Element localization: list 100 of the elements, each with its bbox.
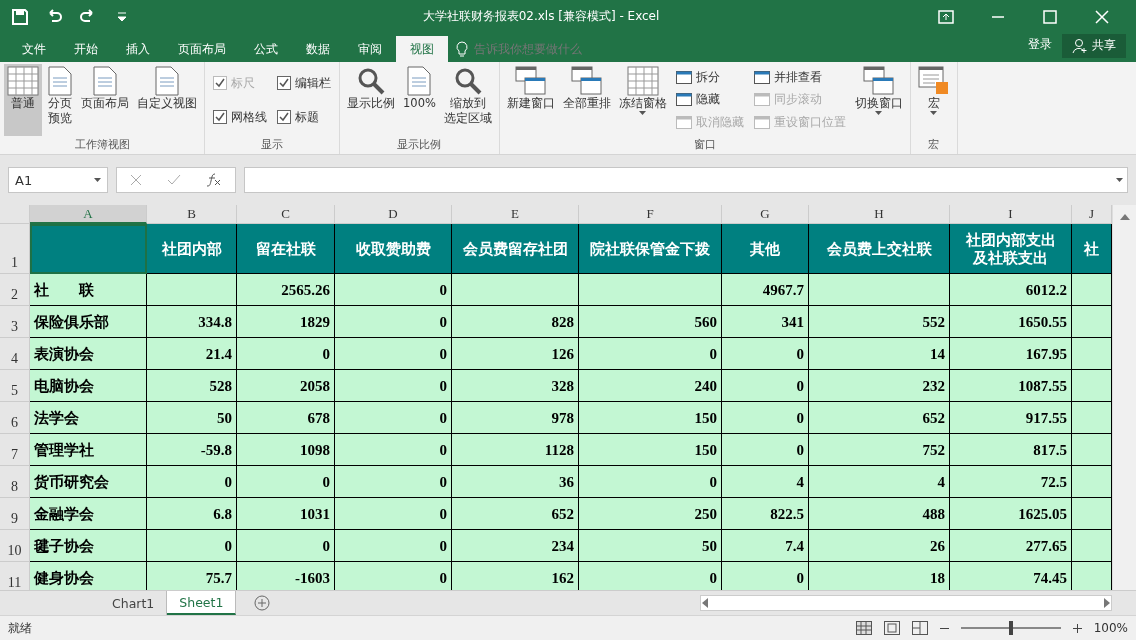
table-cell: 1829 [237,306,335,338]
check-icon[interactable] [167,174,181,186]
row-header[interactable]: 4 [0,338,30,370]
table-cell: 72.5 [950,466,1072,498]
ribbon-button[interactable]: 页面布局 [78,64,132,136]
document-icon [406,66,433,96]
tell-me-field[interactable]: 告诉我你想要做什么 [472,41,632,57]
table-cell: 0 [335,434,452,466]
table-cell: 917.55 [950,402,1072,434]
table-cell: 6012.2 [950,274,1072,306]
group-label: 窗口 [692,137,717,153]
horizontal-scrollbar[interactable] [700,595,1112,611]
menu-tab[interactable]: 公式 [240,36,292,62]
login-link[interactable]: 登录 [1028,36,1052,53]
table-cell: 1625.05 [950,498,1072,530]
column-header[interactable]: D [335,205,452,224]
ribbon-button[interactable]: 隐藏 [675,92,744,108]
save-icon[interactable] [10,6,30,27]
row-header[interactable]: 1 [0,224,30,274]
check-icon [215,112,225,122]
column-header[interactable]: J [1072,205,1112,224]
check-icon [279,112,289,122]
menu-tab[interactable]: 文件 [8,36,60,62]
table-cell: 0 [335,370,452,402]
zoom-thumb[interactable] [1008,621,1013,635]
magnifier-icon [356,66,386,96]
column-header[interactable]: I [950,205,1072,224]
row-header[interactable]: 9 [0,498,30,530]
ribbon-button[interactable]: 拆分 [675,69,744,85]
ribbon-button[interactable]: 普通 [4,64,42,136]
menu-tab[interactable]: 审阅 [344,36,396,62]
caret-icon [1116,178,1123,182]
table-cell: 341 [722,306,809,338]
share-button[interactable]: 共享 [1062,33,1126,58]
column-header[interactable]: C [237,205,335,224]
grid-icon [7,66,39,96]
ribbon-button[interactable]: 并排查看 [753,69,846,85]
column-header[interactable]: F [579,205,722,224]
column-title: 留在社联 [237,224,335,274]
table-cell: 234 [452,530,579,562]
sheet-tab[interactable]: Sheet1 [167,591,237,615]
menu-tab[interactable]: 开始 [60,36,112,62]
table-cell [1072,274,1112,306]
row-header[interactable]: 8 [0,466,30,498]
add-sheet-icon[interactable] [254,595,271,611]
ribbon-button[interactable]: 宏 [914,64,953,136]
menu-tab[interactable]: 页面布局 [164,36,240,62]
function-icon[interactable] [206,173,223,187]
table-cell: 0 [147,530,237,562]
checkbox[interactable]: 编辑栏 [277,75,331,91]
checkbox[interactable]: 标题 [277,109,331,125]
row-header[interactable]: 11 [0,562,30,590]
table-cell: 167.95 [950,338,1072,370]
ribbon-button[interactable]: 冻结窗格 [615,64,670,136]
table-cell: 488 [809,498,950,530]
ribbon-button[interactable]: 自定义视图 [134,64,200,136]
column-header[interactable]: A [30,205,147,224]
table-cell: 822.5 [722,498,809,530]
row-header[interactable]: 5 [0,370,30,402]
ribbon-button[interactable]: 分页 预览 [44,64,76,136]
document-icon [92,66,118,96]
table-cell: 678 [237,402,335,434]
pane-icon [675,116,692,130]
table-cell: 1098 [237,434,335,466]
row-header[interactable]: 3 [0,306,30,338]
ribbon-button[interactable]: 新建窗口 [503,64,558,136]
caret-icon [94,178,101,182]
menu-tab[interactable]: 数据 [292,36,344,62]
page-layout-icon[interactable] [883,621,900,635]
ribbon-button[interactable]: 显示比例 [344,64,398,136]
vertical-scrollbar[interactable] [1112,205,1136,590]
table-cell: 健身协会 [30,562,147,590]
ribbon-button[interactable]: 缩放到 选定区域 [440,64,495,136]
table-cell: 0 [237,338,335,370]
normal-view-icon[interactable] [855,621,872,635]
page-break-icon[interactable] [911,621,928,635]
table-cell: 0 [722,562,809,590]
column-header[interactable]: B [147,205,237,224]
row-header[interactable]: 6 [0,402,30,434]
row-header[interactable]: 2 [0,274,30,306]
column-header[interactable]: H [809,205,950,224]
table-cell: 18 [809,562,950,590]
row-header[interactable]: 10 [0,530,30,562]
checkbox[interactable]: 网格线 [213,109,267,125]
ribbon-button[interactable]: 全部重排 [559,64,614,136]
menu-tab[interactable]: 视图 [396,36,448,62]
menu-tab[interactable]: 插入 [112,36,164,62]
name-box[interactable]: A1 [8,167,108,193]
ribbon-button[interactable]: 100% [400,64,439,136]
table-cell: 150 [579,402,722,434]
table-cell: 0 [579,338,722,370]
row-header[interactable]: 7 [0,434,30,466]
zoom-in-icon[interactable] [1072,623,1082,633]
column-title: 会员费留存社团 [452,224,579,274]
table-cell: 0 [722,434,809,466]
column-header[interactable]: G [722,205,809,224]
column-header[interactable]: E [452,205,579,224]
ribbon-button[interactable]: 切换窗口 [851,64,906,136]
table-cell: 74.45 [950,562,1072,590]
formula-field[interactable] [244,167,1128,193]
